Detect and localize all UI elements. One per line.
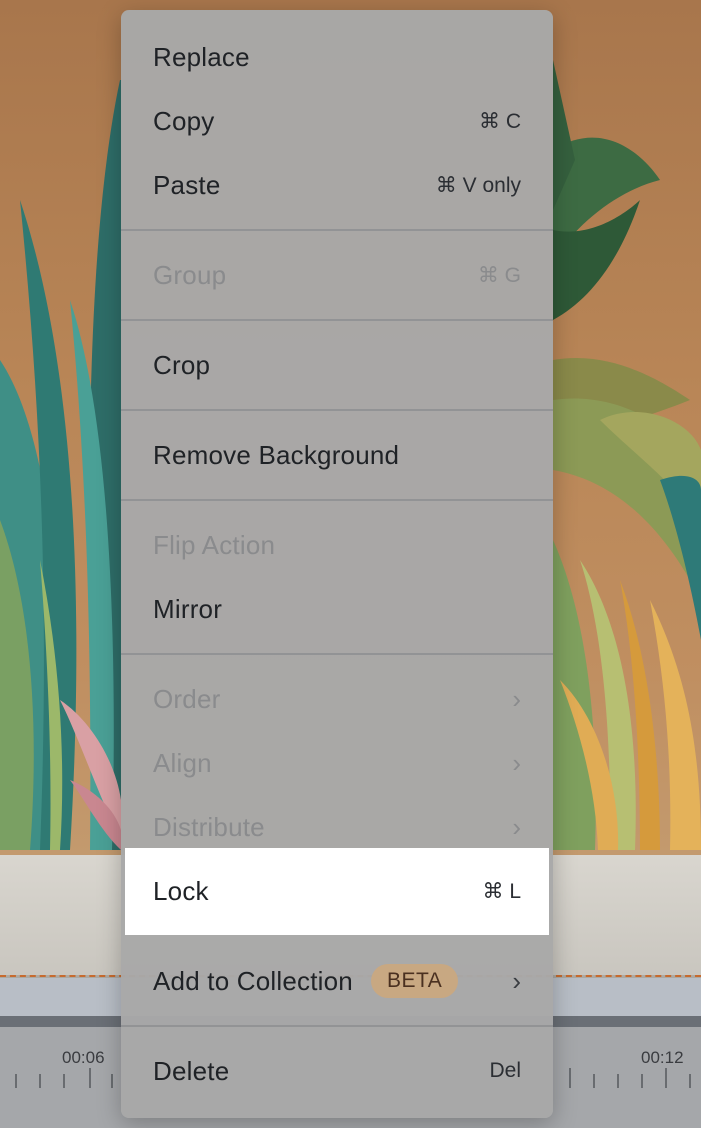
menu-item-mirror[interactable]: Mirror	[121, 579, 553, 639]
menu-item-flip-action: Flip Action	[121, 515, 553, 575]
menu-item-label: Flip Action	[153, 529, 276, 560]
menu-divider	[121, 409, 553, 411]
menu-item-label: Remove Background	[153, 439, 400, 470]
menu-item-label: Mirror	[153, 593, 223, 624]
menu-item-label: Add to Collection	[153, 965, 353, 996]
menu-item-label: Lock	[153, 875, 209, 906]
shortcut-hint: ⌘ G	[477, 263, 521, 287]
menu-item-lock[interactable]: Lock ⌘ L	[121, 861, 553, 921]
menu-divider	[121, 1025, 553, 1027]
menu-item-label: Copy	[153, 105, 215, 136]
menu-item-label: Delete	[153, 1055, 230, 1086]
menu-item-remove-background[interactable]: Remove Background	[121, 425, 553, 485]
menu-item-align: Align ›	[121, 733, 553, 793]
shortcut-hint: Del	[489, 1059, 521, 1082]
menu-item-label: Crop	[153, 349, 211, 380]
shortcut-hint: ⌘ C	[479, 109, 521, 133]
chevron-right-icon: ›	[512, 966, 521, 996]
menu-item-order: Order ›	[121, 669, 553, 729]
shortcut-hint: ⌘ V only	[435, 173, 521, 197]
menu-item-replace[interactable]: Replace	[121, 27, 553, 87]
menu-item-paste[interactable]: Paste ⌘ V only	[121, 155, 553, 215]
menu-item-label: Align	[153, 747, 212, 778]
chevron-right-icon: ›	[512, 684, 521, 714]
menu-divider	[121, 319, 553, 321]
menu-divider	[121, 653, 553, 655]
timeline-time-right: 00:12	[641, 1048, 684, 1067]
menu-item-label: Replace	[153, 41, 250, 72]
timeline-time-left: 00:06	[62, 1048, 105, 1067]
shortcut-hint: ⌘ L	[482, 879, 521, 903]
menu-item-label: Group	[153, 259, 227, 290]
menu-divider	[121, 229, 553, 231]
menu-item-group: Group ⌘ G	[121, 245, 553, 305]
chevron-right-icon: ›	[512, 748, 521, 778]
menu-item-delete[interactable]: Delete Del	[121, 1041, 553, 1101]
menu-item-label: Distribute	[153, 811, 265, 842]
menu-item-label: Paste	[153, 169, 221, 200]
menu-item-copy[interactable]: Copy ⌘ C	[121, 91, 553, 151]
menu-item-add-to-collection[interactable]: Add to Collection BETA ›	[121, 951, 553, 1011]
menu-item-crop[interactable]: Crop	[121, 335, 553, 395]
chevron-right-icon: ›	[512, 812, 521, 842]
menu-item-label: Order	[153, 683, 221, 714]
menu-divider	[121, 499, 553, 501]
beta-badge: BETA	[370, 964, 459, 998]
context-menu: Replace Copy ⌘ C Paste ⌘ V only Group ⌘ …	[121, 10, 553, 1118]
